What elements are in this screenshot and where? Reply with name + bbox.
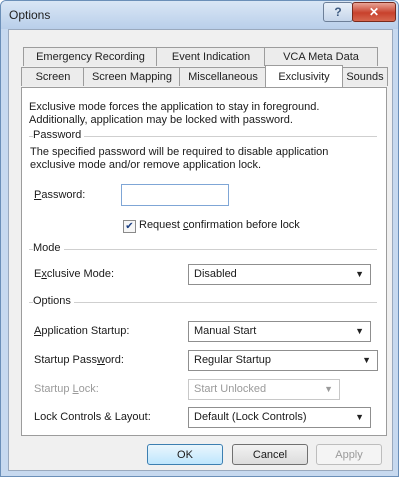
intro-line-1: Exclusive mode forces the application to…: [29, 101, 320, 113]
chevron-down-icon: ▼: [355, 412, 364, 422]
help-icon: ?: [334, 5, 342, 19]
startup-lock-value: Start Unlocked: [194, 383, 267, 395]
tab-label: Event Indication: [171, 51, 251, 63]
apply-button[interactable]: Apply: [316, 444, 382, 465]
dialog-client-area: Emergency Recording Event Indication VCA…: [8, 29, 393, 471]
password-group-title: Password: [33, 129, 85, 141]
application-startup-value: Manual Start: [194, 325, 257, 337]
password-label: Password:: [34, 189, 86, 201]
chevron-down-icon: ▼: [362, 355, 371, 365]
password-desc-line-1: The specified password will be required …: [30, 146, 329, 158]
chevron-down-icon: ▼: [355, 269, 364, 279]
tab-event-indication[interactable]: Event Indication: [156, 47, 266, 66]
close-button[interactable]: ✕: [352, 2, 396, 22]
tab-label: Emergency Recording: [36, 51, 145, 63]
tab-miscellaneous[interactable]: Miscellaneous: [179, 67, 267, 86]
exclusivity-panel: Exclusive mode forces the application to…: [21, 87, 387, 436]
intro-line-2: Additionally, application may be locked …: [29, 114, 293, 126]
tab-vca-meta-data[interactable]: VCA Meta Data: [264, 47, 378, 66]
tab-label: Sounds: [346, 71, 384, 83]
startup-password-select[interactable]: Regular Startup ▼: [188, 350, 378, 371]
window-title: Options: [9, 8, 51, 22]
tab-exclusivity[interactable]: Exclusivity: [265, 65, 343, 87]
ok-button[interactable]: OK: [147, 444, 223, 465]
check-icon: ✔: [125, 221, 134, 232]
tab-screen-mapping[interactable]: Screen Mapping: [83, 67, 181, 86]
chevron-down-icon: ▼: [324, 384, 333, 394]
tab-sounds[interactable]: Sounds: [342, 67, 388, 86]
tab-emergency-recording[interactable]: Emergency Recording: [23, 47, 158, 66]
tab-label: Exclusivity: [278, 70, 330, 83]
options-group-line: [29, 302, 377, 303]
help-button[interactable]: ?: [323, 2, 353, 22]
startup-lock-select[interactable]: Start Unlocked ▼: [188, 379, 340, 400]
request-confirmation-label[interactable]: Request confirmation before lock: [139, 219, 300, 231]
startup-password-label: Startup Password:: [34, 354, 124, 366]
password-desc-line-2: exclusive mode and/or remove application…: [30, 159, 262, 171]
tab-screen[interactable]: Screen: [21, 67, 85, 86]
tab-label: Miscellaneous: [188, 71, 258, 83]
exclusive-mode-value: Disabled: [194, 268, 237, 280]
application-startup-select[interactable]: Manual Start ▼: [188, 321, 371, 342]
title-bar[interactable]: Options ? ✕: [1, 1, 398, 29]
tab-label: Screen Mapping: [91, 71, 173, 83]
startup-password-value: Regular Startup: [194, 354, 272, 366]
application-startup-label: Application Startup:: [34, 325, 130, 337]
options-dialog: Options ? ✕ Emergency Recording Event In…: [0, 0, 399, 477]
chevron-down-icon: ▼: [355, 326, 364, 336]
startup-lock-label: Startup Lock:: [34, 383, 99, 395]
mode-group-title: Mode: [33, 242, 64, 254]
cancel-button[interactable]: Cancel: [232, 444, 308, 465]
options-group-title: Options: [33, 295, 74, 307]
lock-controls-select[interactable]: Default (Lock Controls) ▼: [188, 407, 371, 428]
lock-controls-label: Lock Controls & Layout:: [34, 411, 151, 423]
tab-label: Screen: [35, 71, 71, 83]
exclusive-mode-select[interactable]: Disabled ▼: [188, 264, 371, 285]
close-icon: ✕: [368, 5, 380, 19]
request-confirmation-checkbox[interactable]: ✔: [123, 220, 136, 233]
tab-label: VCA Meta Data: [283, 51, 359, 63]
mode-group-line: [29, 249, 377, 250]
lock-controls-value: Default (Lock Controls): [194, 411, 307, 423]
exclusive-mode-label: Exclusive Mode:: [34, 268, 115, 280]
password-input[interactable]: [121, 184, 229, 206]
